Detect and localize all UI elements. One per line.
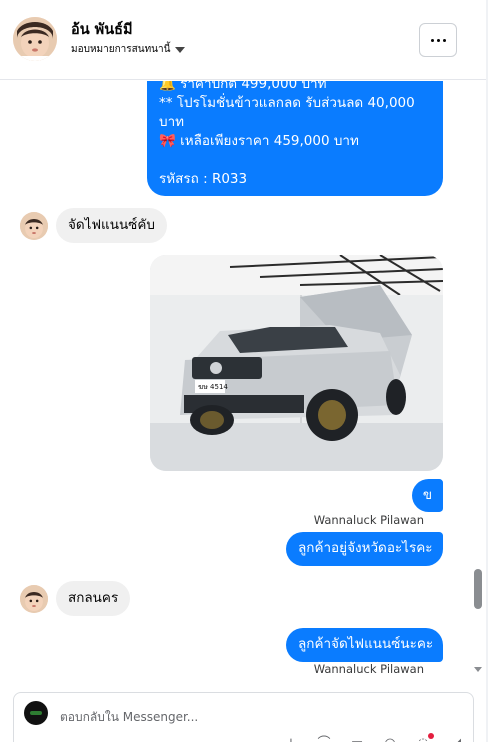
- caret-down-icon: [175, 46, 186, 53]
- outgoing-message: ลูกค้าจัดไฟแนนซ์นะคะ: [286, 628, 443, 662]
- message-line: บาท: [159, 114, 185, 130]
- composer-toolbar: + ⌒ ▭ ○ ◌ ◢: [282, 733, 465, 742]
- scroll-down-arrow-icon[interactable]: [474, 667, 482, 672]
- add-icon[interactable]: +: [282, 735, 300, 742]
- assign-conversation-dropdown[interactable]: มอบหมายการสนทนานี้: [71, 42, 186, 57]
- outgoing-message-price: 🔔 ราคาปกติ 499,000 บาท ** โปรโมชั่นข้าวแ…: [147, 81, 443, 196]
- outgoing-message: ข: [412, 479, 443, 512]
- assign-label: มอบหมายการสนทนานี้: [71, 44, 171, 55]
- emoji-icon[interactable]: ○: [381, 735, 399, 742]
- message-line: [159, 151, 431, 170]
- message-line: 🎀 เหลือเพียงราคา 459,000 บาท: [159, 133, 359, 149]
- message-scrollbar[interactable]: [470, 81, 486, 681]
- page-avatar: [24, 701, 48, 725]
- attach-icon[interactable]: ⌒: [315, 735, 333, 742]
- message-line: ** โปรโมชั่นข้าวแลกลด รับส่วนลด 40,000: [159, 95, 415, 111]
- more-options-button[interactable]: [419, 23, 457, 57]
- contact-avatar-small[interactable]: [20, 585, 48, 613]
- conversation-header: อ้น พันธ์มี มอบหมายการสนทนานี้: [0, 0, 486, 80]
- outgoing-message: ลูกค้าอยู่จังหวัดอะไรคะ: [286, 532, 443, 566]
- sender-name: Wannaluck Pilawan: [313, 662, 424, 676]
- contact-name[interactable]: อ้น พันธ์มี: [71, 18, 133, 41]
- contact-avatar[interactable]: [13, 17, 57, 61]
- incoming-message: สกลนคร: [56, 581, 131, 616]
- more-dot-icon: [430, 38, 434, 42]
- badge-dot: [428, 733, 434, 739]
- contact-avatar-small[interactable]: [20, 212, 48, 240]
- message-text: ข: [422, 487, 433, 503]
- message-text: ลูกค้าจัดไฟแนนซ์นะคะ: [298, 636, 434, 652]
- message-line: รหัสรถ : R033: [159, 171, 248, 187]
- sender-name: Wannaluck Pilawan: [313, 513, 424, 527]
- reply-input[interactable]: ตอบกลับใน Messenger...: [60, 708, 198, 727]
- more-dot-icon: [442, 38, 446, 42]
- more-dot-icon: [436, 38, 440, 42]
- notification-icon[interactable]: ◌: [414, 733, 434, 742]
- message-text: ลูกค้าอยู่จังหวัดอะไรคะ: [298, 540, 433, 556]
- incoming-message: จัดไฟแนนซ์คับ: [56, 208, 167, 243]
- message-thread[interactable]: 🔔 ราคาปกติ 499,000 บาท ** โปรโมชั่นข้าวแ…: [0, 81, 470, 681]
- license-plate: ฆษ 4514: [198, 383, 228, 391]
- message-line: 🔔 ราคาปกติ 499,000 บาท: [159, 81, 327, 92]
- car-photo-attachment[interactable]: ฆษ 4514: [150, 255, 443, 471]
- reply-composer[interactable]: ตอบกลับใน Messenger... + ⌒ ▭ ○ ◌ ◢: [13, 692, 474, 742]
- scrollbar-thumb[interactable]: [474, 569, 482, 609]
- image-icon[interactable]: ▭: [348, 735, 366, 742]
- like-icon[interactable]: ◢: [447, 735, 465, 742]
